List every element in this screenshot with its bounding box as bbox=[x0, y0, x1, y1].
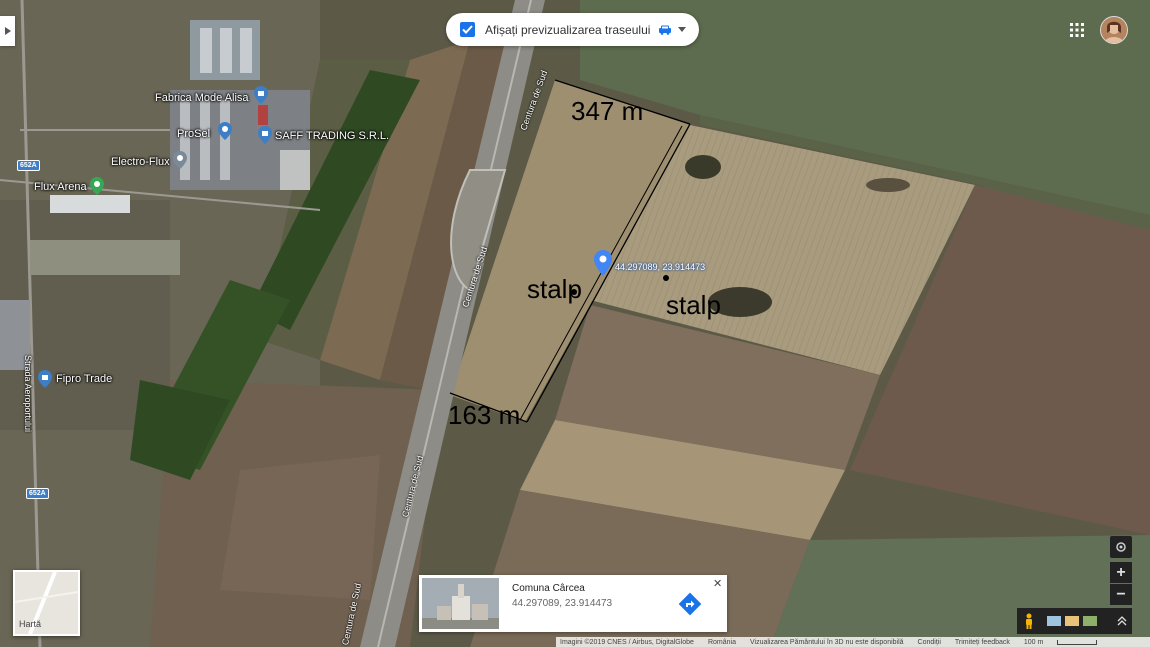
location-target-icon bbox=[1116, 542, 1126, 552]
apps-grid-icon[interactable] bbox=[1068, 21, 1086, 39]
layer-strip bbox=[1017, 608, 1132, 634]
checkbox[interactable] bbox=[460, 22, 475, 37]
earth-notice: Vizualizarea Pământului în 3D nu este di… bbox=[749, 638, 904, 646]
layer-thumb-traffic[interactable] bbox=[1047, 616, 1061, 626]
terms-link[interactable]: Condiții bbox=[918, 639, 941, 646]
checkmark-icon bbox=[462, 25, 473, 34]
map-type-label: Hartă bbox=[19, 619, 42, 629]
route-preview-label: Afișați previzualizarea traseului bbox=[485, 22, 651, 37]
layer-thumb-transit[interactable] bbox=[1065, 616, 1079, 626]
scale-label: 100 m bbox=[1023, 638, 1044, 646]
country-label: România bbox=[707, 638, 736, 646]
avatar-image bbox=[1101, 17, 1127, 43]
account-avatar[interactable] bbox=[1100, 16, 1128, 44]
collapse-panel-button[interactable] bbox=[0, 16, 15, 46]
length-annotation: 347 m bbox=[571, 96, 644, 126]
layer-thumb-terrain[interactable] bbox=[1083, 616, 1097, 626]
dropped-pin-icon[interactable] bbox=[594, 250, 612, 281]
place-photo[interactable] bbox=[422, 578, 499, 629]
close-icon[interactable]: ✕ bbox=[713, 577, 722, 590]
place-info-card[interactable]: Comuna Cârcea 44.297089, 23.914473 ✕ bbox=[419, 575, 727, 632]
chevron-up-icon[interactable] bbox=[1117, 616, 1127, 626]
imagery-credit: Imagini ©2019 CNES / Airbus, DigitalGlob… bbox=[560, 638, 694, 646]
zoom-in-button[interactable]: + bbox=[1110, 562, 1132, 583]
place-name: Comuna Cârcea bbox=[512, 583, 585, 594]
car-icon bbox=[659, 25, 672, 35]
length-annotation: 163 m bbox=[448, 400, 521, 430]
feedback-link[interactable]: Trimiteți feedback bbox=[955, 639, 1010, 646]
directions-icon bbox=[678, 592, 702, 616]
zoom-out-button[interactable]: − bbox=[1110, 584, 1132, 605]
pin-coordinates: 44.297089, 23.914473 bbox=[615, 262, 706, 272]
stalp-annotation: stalp bbox=[666, 290, 721, 320]
chevron-right-icon bbox=[4, 27, 11, 35]
chevron-down-icon[interactable] bbox=[678, 27, 687, 32]
place-coordinates: 44.297089, 23.914473 bbox=[512, 598, 613, 609]
map-footer: Imagini ©2019 CNES / Airbus, DigitalGlob… bbox=[556, 637, 1150, 647]
satellite-map[interactable]: Centura de Sud Centura de Sud Centura de… bbox=[0, 0, 1150, 647]
map-type-switcher[interactable]: Hartă bbox=[13, 570, 80, 636]
stalp-annotation: stalp bbox=[527, 274, 582, 304]
pegman-icon[interactable] bbox=[1023, 613, 1035, 629]
directions-button[interactable] bbox=[678, 592, 702, 616]
my-location-button[interactable] bbox=[1110, 536, 1132, 558]
route-preview-toggle[interactable]: Afișați previzualizarea traseului bbox=[446, 13, 699, 46]
scale-bar bbox=[1057, 639, 1098, 645]
